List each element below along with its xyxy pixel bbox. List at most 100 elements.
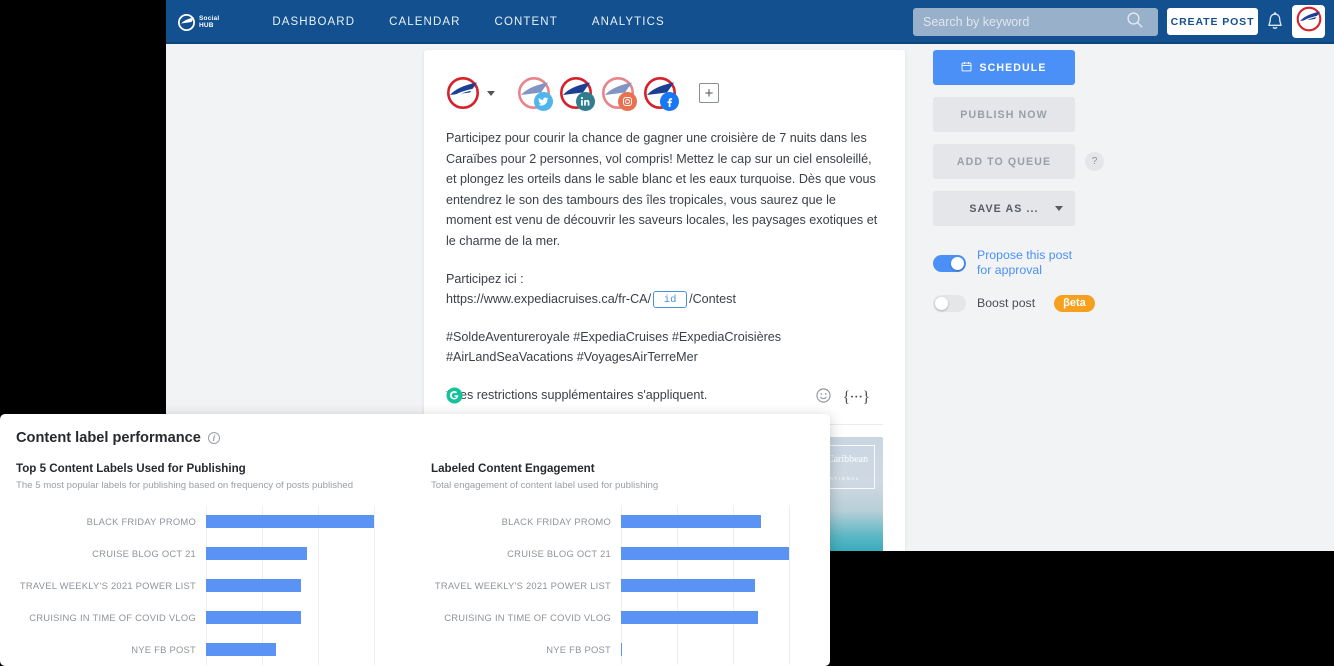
boost-post-label: Boost post <box>977 296 1036 310</box>
post-actions-panel: SCHEDULE PUBLISH NOW ADD TO QUEUE ? SAVE… <box>933 50 1123 312</box>
linkedin-icon <box>576 92 595 111</box>
post-link-suffix: /Contest <box>689 292 736 307</box>
chart-bar-row: NYE FB POST <box>16 633 415 665</box>
chart-bar[interactable] <box>206 642 276 656</box>
profile-dropdown-caret-icon[interactable] <box>487 90 495 96</box>
main-nav-links: DASHBOARD CALENDAR CONTENT ANALYTICS <box>255 16 681 28</box>
post-link-intro: Participez ici : <box>446 271 524 286</box>
chart-bar[interactable] <box>206 514 374 528</box>
chart-bar-row: TRAVEL WEEKLY'S 2021 POWER LIST <box>431 569 830 601</box>
chart-top-labels: Top 5 Content Labels Used for Publishing… <box>0 462 415 665</box>
primary-profile[interactable] <box>446 76 495 110</box>
notifications-bell-icon[interactable] <box>1266 12 1284 36</box>
help-icon[interactable]: ? <box>1085 152 1104 171</box>
chart-bar[interactable] <box>206 610 302 624</box>
chart-category-label: TRAVEL WEEKLY'S 2021 POWER LIST <box>434 579 611 591</box>
primary-profile-avatar-icon <box>446 76 480 110</box>
chart-category-label: CRUISE BLOG OCT 21 <box>92 547 196 559</box>
add-profile-button[interactable]: + <box>699 83 719 103</box>
left-black-margin <box>0 0 166 414</box>
insert-variable-icon[interactable]: {···} <box>843 389 870 407</box>
profile-chip-facebook[interactable] <box>643 76 679 111</box>
boost-post-toggle[interactable] <box>933 295 966 312</box>
chart-bar-row: BLACK FRIDAY PROMO <box>16 505 415 537</box>
profile-chip-instagram[interactable] <box>601 76 637 111</box>
propose-approval-row: Propose this post for approval <box>933 248 1123 278</box>
charts-container: Top 5 Content Labels Used for Publishing… <box>0 462 830 665</box>
profile-chip-linkedin[interactable] <box>559 76 595 111</box>
chart-title: Top 5 Content Labels Used for Publishing <box>16 462 246 475</box>
chart-bar-row: CRUISING IN TIME OF COVID VLOG <box>16 601 415 633</box>
search-icon[interactable] <box>1126 11 1152 34</box>
search-input[interactable] <box>913 15 1126 29</box>
chart-category-label: NYE FB POST <box>131 643 196 655</box>
beta-badge: βeta <box>1054 295 1095 312</box>
chart-category-label: NYE FB POST <box>546 643 611 655</box>
boost-post-row: Boost post βeta <box>933 295 1123 312</box>
add-to-queue-row: ADD TO QUEUE ? <box>933 144 1123 191</box>
toggle-knob <box>951 256 964 270</box>
chart-bar-row: NYE FB POST <box>431 633 830 665</box>
chart-bar[interactable] <box>621 610 759 624</box>
variable-token-id[interactable]: id <box>653 291 688 309</box>
create-post-button[interactable]: CREATE POST <box>1167 8 1258 35</box>
twitter-icon <box>534 92 553 111</box>
bar-chart-plot: BLACK FRIDAY PROMO CRUISE BLOG OCT 21 TRAV… <box>16 505 415 665</box>
chart-bar[interactable] <box>621 578 756 592</box>
post-link-line: https://www.expediacruises.ca/fr-CA/id/C… <box>446 289 883 310</box>
chart-bar-row: TRAVEL WEEKLY'S 2021 POWER LIST <box>16 569 415 601</box>
profile-chip-twitter[interactable] <box>517 76 553 111</box>
propose-label-line-2: for approval <box>977 263 1042 277</box>
chart-category-label: CRUISING IN TIME OF COVID VLOG <box>444 611 611 623</box>
brand-line-1: Social <box>199 15 220 22</box>
search-box[interactable] <box>913 8 1158 36</box>
chart-bar[interactable] <box>621 642 623 656</box>
connected-profiles <box>517 76 679 111</box>
toggle-knob <box>935 297 948 310</box>
save-as-button[interactable]: SAVE AS ... <box>933 191 1075 226</box>
info-icon[interactable]: i <box>207 432 220 444</box>
panel-title-row: Content label performance i <box>0 414 830 446</box>
publish-now-button[interactable]: PUBLISH NOW <box>933 97 1075 132</box>
chart-category-label: CRUISING IN TIME OF COVID VLOG <box>29 611 196 623</box>
nav-item-dashboard[interactable]: DASHBOARD <box>255 16 372 28</box>
post-link-prefix: https://www.expediacruises.ca/fr-CA/ <box>446 292 652 307</box>
chart-title: Labeled Content Engagement <box>431 462 595 475</box>
chart-category-label: TRAVEL WEEKLY'S 2021 POWER LIST <box>19 579 196 591</box>
content-label-performance-panel: Content label performance i Top 5 Conten… <box>0 414 830 666</box>
profile-selector-row: + <box>424 50 905 120</box>
chart-bar[interactable] <box>206 578 302 592</box>
user-avatar-button[interactable] <box>1292 5 1325 38</box>
chart-subtitle: The 5 most popular labels for publishing… <box>16 480 354 491</box>
save-as-label: SAVE AS ... <box>969 202 1039 215</box>
chart-bar[interactable] <box>621 546 789 560</box>
chart-subtitle: Total engagement of content label used f… <box>431 480 659 491</box>
chart-bar-row: BLACK FRIDAY PROMO <box>431 505 830 537</box>
add-to-queue-button[interactable]: ADD TO QUEUE <box>933 144 1075 179</box>
schedule-button[interactable]: SCHEDULE <box>933 50 1075 85</box>
chevron-down-icon[interactable] <box>1055 206 1063 211</box>
propose-approval-label: Propose this post for approval <box>977 248 1072 278</box>
grammarly-icon[interactable] <box>446 387 463 409</box>
avatar-brand-icon <box>1296 6 1322 37</box>
chart-bar[interactable] <box>621 514 761 528</box>
brand-logo[interactable]: Social HUB <box>178 13 219 31</box>
propose-label-line-1: Propose this post <box>977 248 1073 262</box>
socialhub-logo-icon <box>178 13 195 31</box>
nav-item-content[interactable]: CONTENT <box>478 16 575 28</box>
chart-bar-row: CRUISING IN TIME OF COVID VLOG <box>431 601 830 633</box>
chart-bar[interactable] <box>206 546 307 560</box>
emoji-picker-icon[interactable] <box>816 387 831 408</box>
schedule-button-label: SCHEDULE <box>979 61 1047 74</box>
top-navigation-bar: Social HUB DASHBOARD CALENDAR CONTENT AN… <box>166 0 1334 44</box>
nav-item-analytics[interactable]: ANALYTICS <box>575 16 682 28</box>
bottom-black-margin <box>830 551 1334 666</box>
instagram-icon <box>618 92 637 111</box>
post-paragraph: Participez pour courir la chance de gagn… <box>446 131 878 248</box>
chart-category-label: BLACK FRIDAY PROMO <box>86 515 196 527</box>
brand-text: Social HUB <box>199 15 219 29</box>
bar-chart-plot: BLACK FRIDAY PROMO CRUISE BLOG OCT 21 TRAV… <box>431 505 830 665</box>
post-text-area[interactable]: Participez pour courir la chance de gagn… <box>424 120 905 425</box>
propose-approval-toggle[interactable] <box>933 254 966 272</box>
nav-item-calendar[interactable]: CALENDAR <box>372 16 477 28</box>
